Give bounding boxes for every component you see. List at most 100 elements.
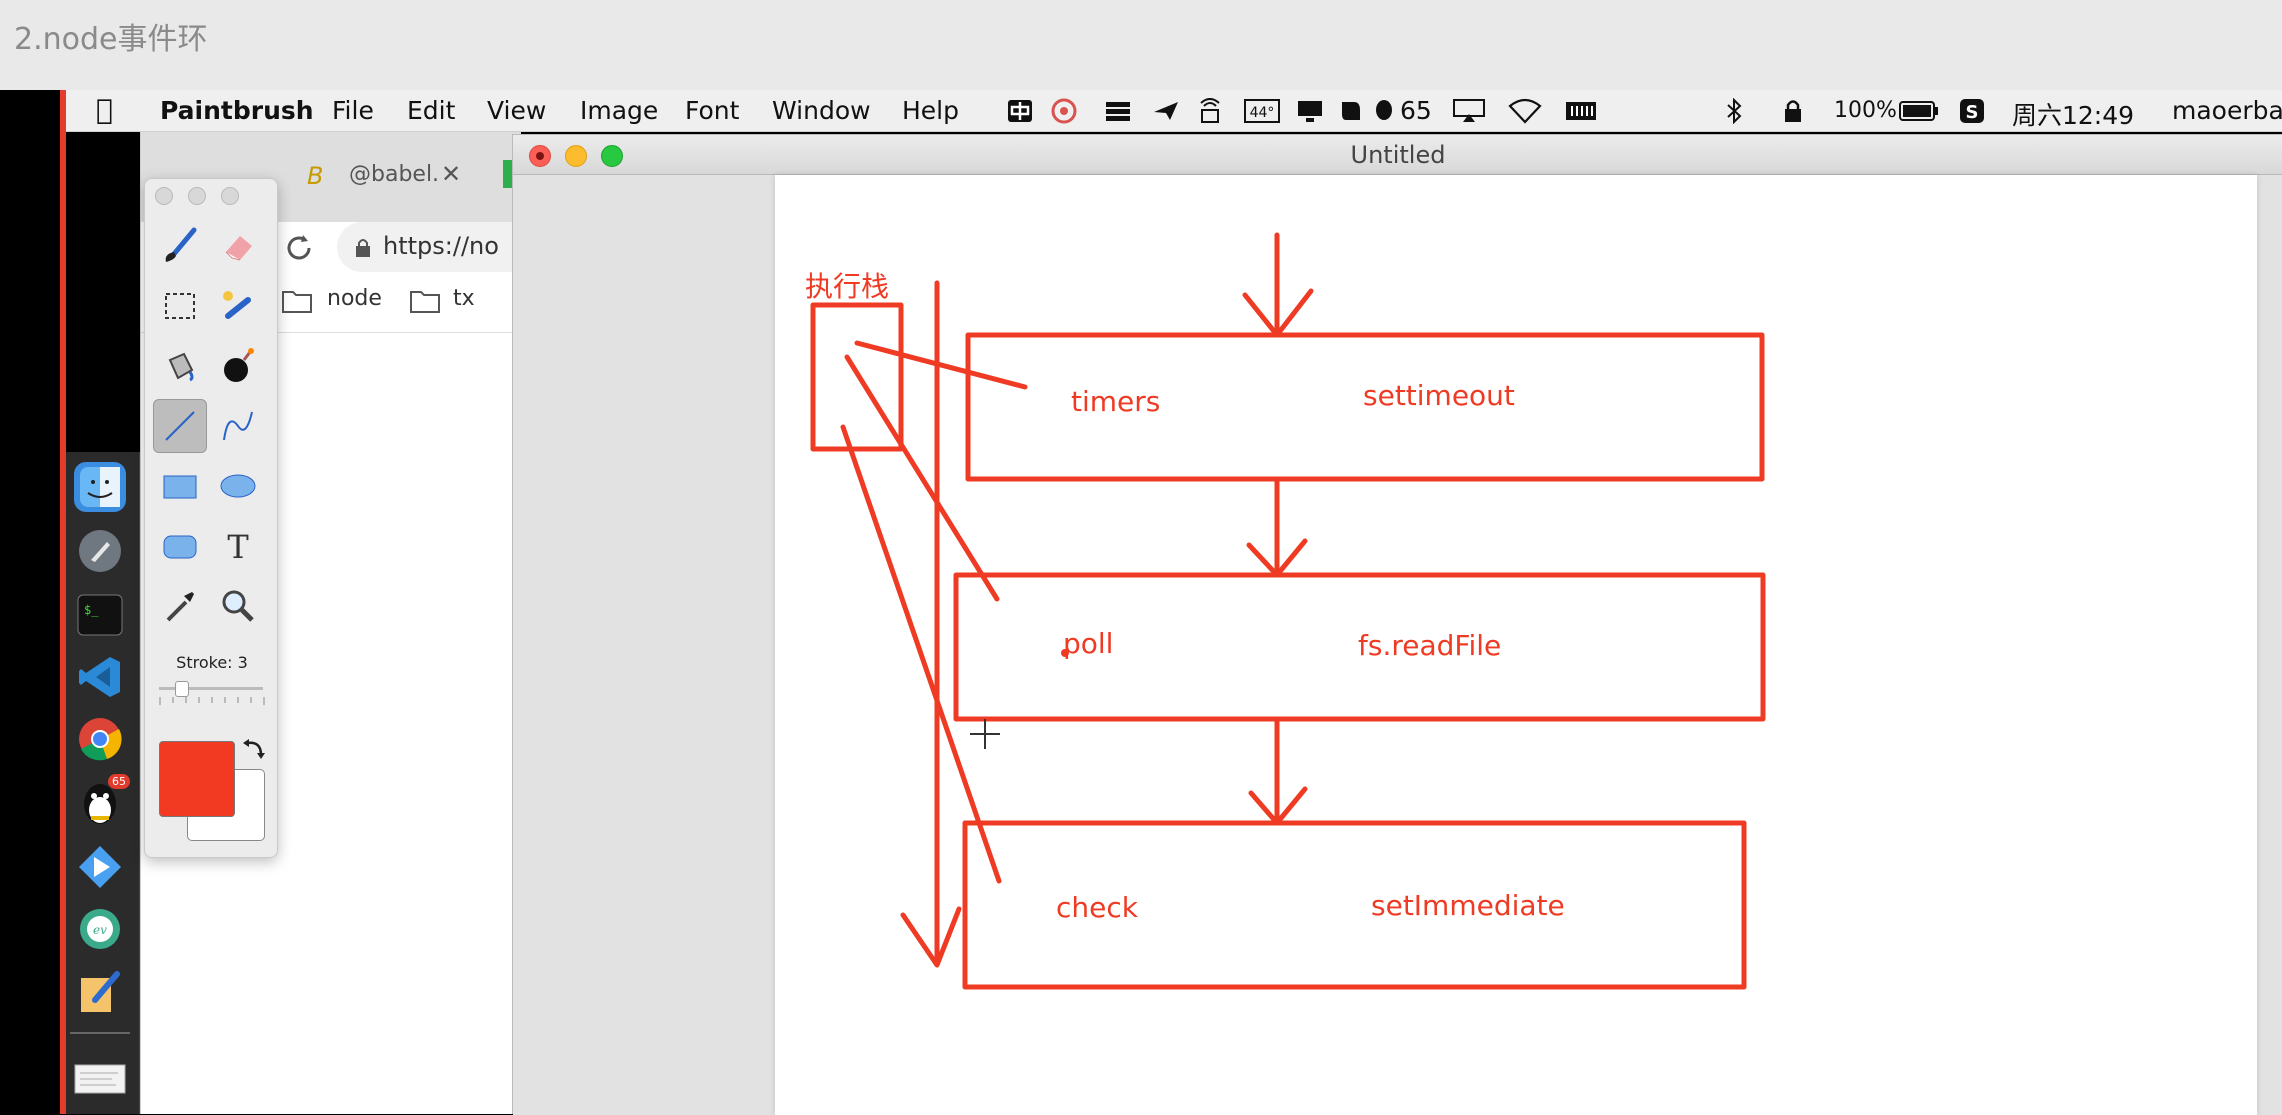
launchpad-icon[interactable] [74, 526, 126, 576]
bomb-tool[interactable] [211, 339, 265, 393]
palette-close-button[interactable] [155, 187, 173, 205]
svg-text:T: T [227, 528, 249, 566]
sogou-icon[interactable]: S [1958, 98, 1986, 124]
window-titlebar: Untitled [513, 135, 2282, 175]
hand-drawn-strokes [810, 232, 1766, 990]
menu-edit[interactable]: Edit [407, 96, 455, 125]
phase-check-label: check [1056, 891, 1138, 924]
paintbrush-document-window: Untitled 执行栈 timers settimeout poll fs.r… [512, 134, 2282, 1115]
palette-minimize-button[interactable] [188, 187, 206, 205]
wifi-icon[interactable] [1508, 98, 1542, 124]
eraser-icon [225, 236, 252, 261]
menu-window[interactable]: Window [772, 96, 871, 125]
rectangle-tool[interactable] [153, 459, 207, 513]
screen-edge [0, 90, 60, 1114]
magic-wand-tool[interactable] [211, 279, 265, 333]
eyedropper-icon [166, 592, 194, 622]
bucket-tool[interactable] [153, 339, 207, 393]
babel-icon: B [307, 162, 324, 190]
stroke-slider-thumb[interactable] [175, 681, 189, 697]
menu-image[interactable]: Image [580, 96, 658, 125]
document-icon[interactable] [74, 1052, 126, 1102]
signal-icon[interactable] [1196, 98, 1224, 124]
browser-tab-label[interactable]: @babel. [349, 162, 439, 187]
terminal-icon[interactable]: $_ [74, 590, 126, 640]
text-icon: T [227, 528, 249, 566]
menu-help[interactable]: Help [902, 96, 959, 125]
zoom-tool[interactable] [211, 579, 265, 633]
menu-view[interactable]: View [487, 96, 546, 125]
eraser-tool[interactable] [211, 219, 265, 273]
curve-tool[interactable] [211, 399, 265, 453]
video-caption: 2.node事件环 [14, 22, 208, 57]
menubar-clock[interactable]: 周六12:49 [2012, 96, 2134, 132]
cpu-temp-icon[interactable]: 44° [1244, 98, 1280, 124]
dock-divider [70, 1032, 130, 1034]
url-bar[interactable]: https://no [337, 222, 521, 272]
bluetooth-icon[interactable] [1724, 98, 1744, 124]
crosshair-cursor [970, 719, 1000, 749]
app-menu[interactable]: Paintbrush [160, 96, 314, 125]
drawing-canvas[interactable]: 执行栈 timers settimeout poll fs.readFile c… [775, 175, 2257, 1115]
vscode-icon[interactable] [74, 652, 126, 702]
reload-icon[interactable] [283, 232, 315, 264]
eyedropper-tool[interactable] [153, 579, 207, 633]
magic-wand-icon [223, 291, 251, 319]
lock-icon [356, 239, 370, 257]
red-marker-line [60, 90, 66, 1114]
phase-timers-api: settimeout [1363, 379, 1515, 412]
select-rect-icon [165, 293, 195, 319]
stack-icon[interactable] [1104, 98, 1132, 124]
ellipse-tool[interactable] [211, 459, 265, 513]
menu-font[interactable]: Font [685, 96, 739, 125]
svg-text:S: S [1966, 102, 1979, 123]
evernote-icon[interactable] [1336, 98, 1364, 124]
palette-zoom-button[interactable] [221, 187, 239, 205]
text-tool[interactable]: T [211, 519, 265, 573]
swap-colors-icon[interactable] [241, 737, 267, 763]
battery-icon[interactable] [1898, 98, 1940, 124]
input-method-icon[interactable] [1006, 98, 1034, 124]
folder-icon [282, 291, 312, 313]
thunder-icon[interactable] [74, 842, 126, 892]
svg-text:ev: ev [93, 923, 107, 937]
finder-icon[interactable] [74, 462, 126, 512]
magnifier-icon [222, 590, 254, 622]
stack-label: 执行栈 [805, 270, 890, 303]
brush-tool[interactable] [153, 219, 207, 273]
plane-icon[interactable] [1152, 98, 1180, 124]
rectangle-icon [163, 475, 197, 499]
bookmark-node[interactable]: node [327, 286, 382, 311]
stroke-label: Stroke: 3 [176, 653, 248, 672]
user-name[interactable]: maoerbaby [2172, 96, 2282, 125]
line-stack-check [840, 424, 1002, 884]
bomb-icon [224, 348, 254, 382]
airplay-icon[interactable] [1452, 98, 1486, 124]
window-title: Untitled [1350, 141, 1446, 169]
memory-icon[interactable] [1564, 98, 1598, 124]
qq-icon[interactable] [1372, 98, 1396, 124]
display-icon[interactable] [1296, 98, 1324, 124]
pinwheel-icon[interactable] [1050, 98, 1078, 124]
select-rect-tool[interactable] [153, 279, 207, 333]
eve-icon[interactable]: ev [74, 904, 126, 954]
arrow-poll-to-check [1248, 718, 1308, 826]
tab-close-icon[interactable]: ✕ [441, 160, 461, 188]
bucket-icon [168, 352, 194, 382]
folder-icon [410, 291, 440, 313]
qq-dock-icon[interactable]: 65 [74, 774, 130, 828]
rounded-rect-tool[interactable] [153, 519, 207, 573]
chrome-icon[interactable] [74, 714, 126, 764]
tool-palette: T Stroke: 3 [144, 178, 278, 858]
menu-file[interactable]: File [332, 96, 374, 125]
drawing-layer [810, 232, 1766, 990]
lock-icon[interactable] [1782, 98, 1804, 124]
paintbrush-icon[interactable] [74, 968, 126, 1018]
line-tool[interactable] [153, 399, 207, 453]
apple-icon[interactable]:  [96, 93, 113, 126]
url-text[interactable]: https://no [383, 232, 499, 260]
bookmark-tx[interactable]: tx [453, 286, 475, 311]
foreground-color-swatch[interactable] [159, 741, 235, 817]
stroke-ticks [159, 697, 265, 705]
canvas-area: 执行栈 timers settimeout poll fs.readFile c… [513, 175, 2282, 1115]
